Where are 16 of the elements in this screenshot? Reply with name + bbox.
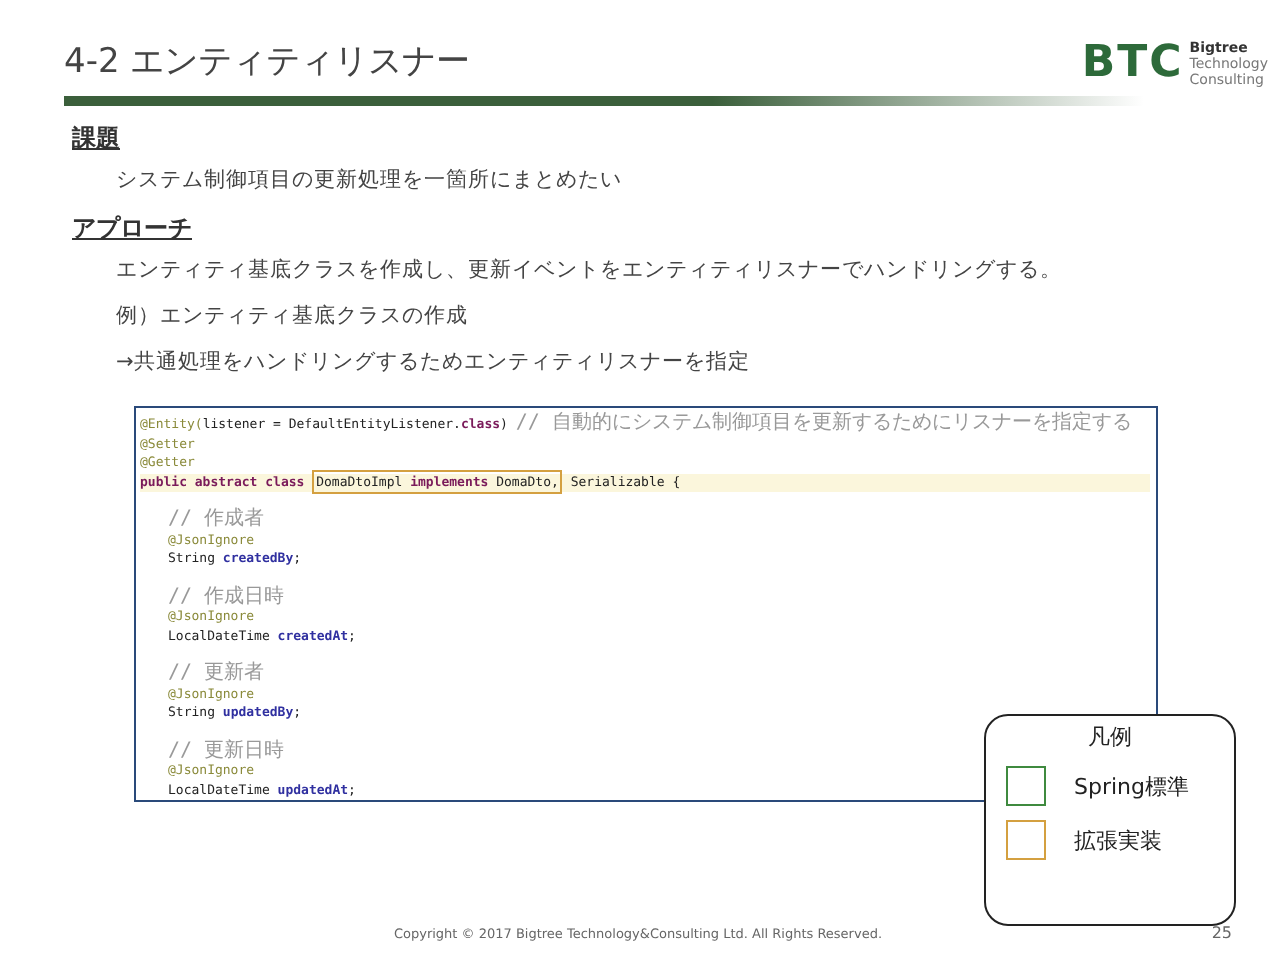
body-text: システム制御項目の更新処理を一箇所にまとめたい [116, 166, 624, 194]
code-line: // 更新者 [166, 664, 265, 685]
code-line: // 作成者 [166, 510, 265, 531]
section-heading: 課題 [72, 122, 120, 156]
slide-title: 4-2 エンティティリスナー [64, 40, 471, 84]
legend-label: Spring標準 [1074, 771, 1189, 801]
body-text: →共通処理をハンドリングするためエンティティリスナーを指定 [116, 348, 752, 376]
body-text: エンティティ基底クラスを作成し、更新イベントをエンティティリスナーでハンドリングする。 [116, 256, 1064, 284]
body-text: 例）エンティティ基底クラスの作成 [116, 302, 470, 330]
logo-mark: BTC [1081, 42, 1184, 86]
code-line: // 更新日時 [166, 741, 285, 762]
legend-label: 拡張実装 [1074, 825, 1162, 855]
legend-title: 凡例 [1088, 722, 1132, 752]
code-line: // 作成日時 [166, 587, 285, 608]
page-number: 25 [1211, 924, 1232, 942]
section-heading: アプローチ [72, 212, 192, 246]
